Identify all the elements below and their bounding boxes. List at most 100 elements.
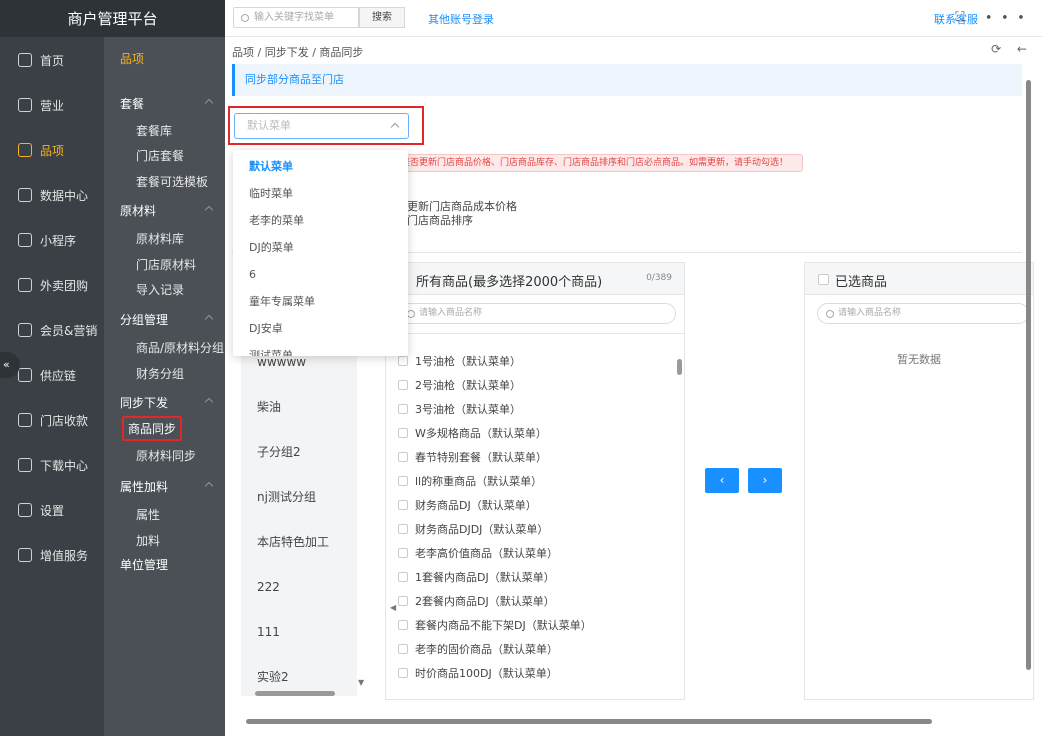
main-horizontal-scrollbar[interactable]	[232, 716, 1024, 726]
nav2-item-10[interactable]: 属性	[136, 506, 160, 523]
nav-item-6[interactable]: 会员&营销	[0, 312, 104, 348]
product-checkbox[interactable]	[398, 404, 408, 414]
menu-option[interactable]: 测试菜单	[233, 342, 408, 356]
selected-filter-input[interactable]: 请输入商品名称	[817, 303, 1029, 324]
fullscreen-and-more-icons[interactable]: ⛶ ∙∙∙	[955, 10, 1033, 25]
menu-option[interactable]: 老李的菜单	[233, 207, 408, 234]
product-checkbox[interactable]	[398, 572, 408, 582]
nav-item-0[interactable]: 首页	[0, 42, 104, 78]
nav2-item-7[interactable]: 财务分组	[136, 365, 184, 382]
nav2-item-5[interactable]: 导入记录	[136, 281, 184, 298]
nav-item-8[interactable]: 门店收款	[0, 402, 104, 438]
scroll-thumb[interactable]	[255, 691, 335, 696]
product-checkbox[interactable]	[398, 524, 408, 534]
refresh-back-icons[interactable]: ⟳ ←	[991, 42, 1033, 56]
scroll-left-icon[interactable]: ◀	[390, 603, 396, 612]
menu-option[interactable]: 默认菜单	[233, 153, 408, 180]
chevron-up-icon[interactable]	[204, 314, 214, 324]
product-row[interactable]: 1号油枪（默认菜单）	[398, 349, 668, 373]
move-right-button[interactable]: ›	[748, 468, 782, 493]
product-row[interactable]: 财务商品DJ（默认菜单）	[398, 493, 668, 517]
product-row[interactable]: 1套餐内商品DJ（默认菜单）	[398, 565, 668, 589]
chevron-up-icon[interactable]	[204, 98, 214, 108]
product-checkbox[interactable]	[398, 356, 408, 366]
product-row[interactable]: 时价商品100DJ（默认菜单）	[398, 661, 668, 685]
nav-item-2[interactable]: 品项	[0, 132, 104, 168]
nav2-group-2[interactable]: 分组管理	[120, 311, 214, 328]
product-row[interactable]: 3号油枪（默认菜单）	[398, 397, 668, 421]
product-checkbox[interactable]	[398, 668, 408, 678]
nav-item-10[interactable]: 设置	[0, 492, 104, 528]
product-row[interactable]: 春节特别套餐（默认菜单）	[398, 445, 668, 469]
product-list-scrollbar[interactable]	[676, 343, 682, 603]
product-row[interactable]: 老李的固价商品（默认菜单）	[398, 637, 668, 661]
category-scroll-down-icon[interactable]: ▼	[358, 678, 364, 687]
chevron-up-icon[interactable]	[204, 481, 214, 491]
category-item[interactable]: 222	[241, 565, 357, 610]
nav-item-5[interactable]: 外卖团购	[0, 267, 104, 303]
category-item[interactable]: 柴油	[241, 385, 357, 430]
category-item[interactable]: 本店特色加工	[241, 520, 357, 565]
nav2-item-6[interactable]: 商品/原材料分组	[136, 339, 224, 356]
category-horizontal-scrollbar[interactable]	[243, 690, 355, 698]
product-row[interactable]: 2套餐内商品DJ（默认菜单）	[398, 589, 668, 613]
product-row[interactable]: ll的称重商品（默认菜单）	[398, 469, 668, 493]
nav2-item-8[interactable]: 商品同步	[122, 416, 183, 441]
nav2-group-3[interactable]: 同步下发	[120, 394, 214, 411]
nav2-group-5[interactable]: 单位管理	[120, 556, 168, 573]
all-products-panel: 所有商品(最多选择2000个商品) 0/389 请输入商品名称 1号油枪（默认菜…	[385, 262, 685, 700]
main-vertical-scrollbar[interactable]	[1024, 68, 1034, 708]
nav2-item-3[interactable]: 原材料库	[136, 230, 184, 247]
nav2-group-1[interactable]: 原材料	[120, 202, 214, 219]
nav2-group-0[interactable]: 套餐	[120, 95, 214, 112]
menu-search-input[interactable]: 输入关键字找菜单	[233, 7, 359, 28]
nav-item-11[interactable]: 增值服务	[0, 537, 104, 573]
product-row[interactable]: 2号油枪（默认菜单）	[398, 373, 668, 397]
menu-option[interactable]: 6	[233, 261, 408, 288]
nav-item-9[interactable]: 下载中心	[0, 447, 104, 483]
nav2-item-0[interactable]: 套餐库	[136, 122, 172, 139]
nav2-item-4[interactable]: 门店原材料	[136, 256, 196, 273]
scroll-thumb[interactable]	[677, 359, 682, 375]
menu-option[interactable]: DJ安卓	[233, 315, 408, 342]
product-checkbox[interactable]	[398, 380, 408, 390]
scroll-thumb[interactable]	[246, 719, 932, 724]
other-account-login-link[interactable]: 其他账号登录	[428, 11, 494, 27]
product-row[interactable]: W多规格商品（默认菜单）	[398, 421, 668, 445]
product-checkbox[interactable]	[398, 644, 408, 654]
select-all-checkbox[interactable]	[818, 274, 829, 285]
nav-item-3[interactable]: 数据中心	[0, 177, 104, 213]
product-filter-input[interactable]: 请输入商品名称	[398, 303, 676, 324]
product-row[interactable]: 财务商品DJDJ（默认菜单）	[398, 517, 668, 541]
nav-item-4[interactable]: 小程序	[0, 222, 104, 258]
product-row[interactable]: 套餐内商品不能下架DJ（默认菜单）	[398, 613, 668, 637]
nav-item-1[interactable]: 营业	[0, 87, 104, 123]
product-row[interactable]: 老李高价值商品（默认菜单）	[398, 541, 668, 565]
nav2-item-11[interactable]: 加料	[136, 532, 160, 549]
product-checkbox[interactable]	[398, 452, 408, 462]
chevron-up-icon[interactable]	[204, 397, 214, 407]
option-store-sort[interactable]: 门店商品排序	[407, 212, 473, 228]
category-item[interactable]: 子分组2	[241, 430, 357, 475]
product-checkbox[interactable]	[398, 428, 408, 438]
chevron-up-icon[interactable]	[204, 205, 214, 215]
nav2-item-2[interactable]: 套餐可选模板	[136, 173, 208, 190]
category-item[interactable]: nj测试分组	[241, 475, 357, 520]
menu-select[interactable]: 默认菜单	[234, 113, 409, 139]
nav-item-label: 品项	[40, 143, 65, 158]
product-checkbox[interactable]	[398, 500, 408, 510]
menu-option[interactable]: 童年专属菜单	[233, 288, 408, 315]
nav2-group-4[interactable]: 属性加料	[120, 478, 214, 495]
move-left-button[interactable]: ‹	[705, 468, 739, 493]
nav2-item-9[interactable]: 原材料同步	[136, 447, 196, 464]
product-checkbox[interactable]	[398, 620, 408, 630]
product-checkbox[interactable]	[398, 548, 408, 558]
menu-option[interactable]: DJ的菜单	[233, 234, 408, 261]
search-button[interactable]: 搜索	[359, 7, 405, 28]
menu-option[interactable]: 临时菜单	[233, 180, 408, 207]
product-checkbox[interactable]	[398, 596, 408, 606]
product-checkbox[interactable]	[398, 476, 408, 486]
nav2-item-1[interactable]: 门店套餐	[136, 147, 184, 164]
category-item[interactable]: 111	[241, 610, 357, 655]
scroll-thumb[interactable]	[1026, 80, 1031, 670]
